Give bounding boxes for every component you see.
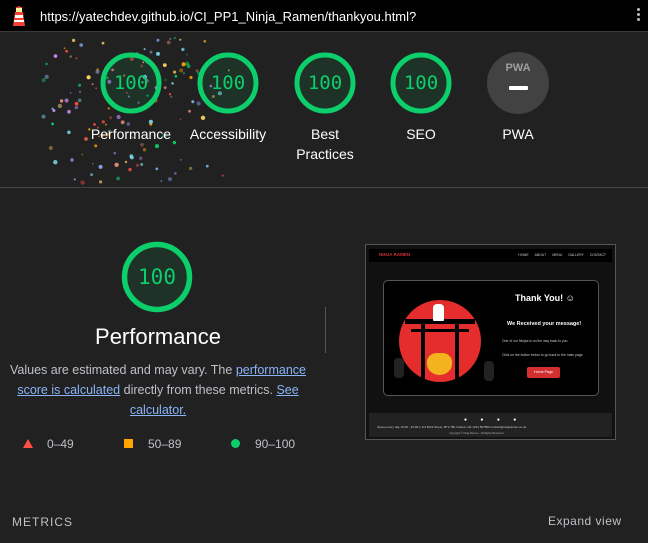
gauge-label-line2: Practices [296,146,354,162]
site-brand: NINJA RAMEN [379,252,411,257]
gauge-accessibility[interactable]: 100 Accessibility [173,52,283,144]
ninja-image [394,358,404,378]
nav-link: ABOUT [534,253,547,257]
legend-fail: 0–49 [23,437,74,451]
torii-post [421,324,425,382]
performance-title: Performance [95,324,221,349]
legend-pass: 90–100 [231,437,295,451]
score-value: 100 [307,72,343,94]
description-text: directly from these metrics. [120,383,277,397]
nav-link: MENU [552,253,563,257]
legend-range: 90–100 [255,437,296,451]
received-message: We Received your message! [507,321,582,327]
performance-description: Values are estimated and may vary. The p… [10,360,306,420]
pass-circle-icon [231,439,240,448]
score-ring: 100 [197,52,259,114]
social-icons: ● ● ● ● [464,417,523,423]
pwa-dash-icon [509,86,528,90]
legend-range: 0–49 [47,437,74,451]
score-ring: 100 [294,52,356,114]
score-value: 100 [113,72,149,94]
gauge-label: SEO [406,126,436,142]
category-gauges: 100 Performance 100 Accessibility 100 Be… [0,32,648,188]
home-page-button: Home Page [527,367,560,378]
ninja-image [433,304,444,321]
site-footer: ● ● ● ● Opens every day 10:00 - 22:00 1-… [369,413,612,437]
score-ring: 100 [100,52,162,114]
footer-info: Opens every day 10:00 - 22:00 1-1/4 Bric… [377,425,527,429]
fail-triangle-icon [23,439,33,448]
lighthouse-icon [13,6,25,26]
ramen-bowl-image [427,353,452,375]
pwa-badge: PWA [487,52,549,114]
site-navbar: NINJA RAMEN HOME ABOUT MENU GALLERY CONTACT [369,249,612,262]
url-bar: https://yatechdev.github.io/CI_PP1_Ninja… [0,0,648,32]
description-text: Values are estimated and may vary. The [10,363,236,377]
gauge-seo[interactable]: 100 SEO [366,52,476,144]
divider [325,307,326,353]
gauge-label: PWA [502,126,534,142]
ninja-image [484,361,494,381]
nav-link: GALLERY [568,253,584,257]
gauge-label: Accessibility [189,126,267,142]
performance-score: 100 [138,265,176,289]
score-ring: 100 [390,52,452,114]
performance-gauge: 100 [121,241,193,313]
legend-average: 50–89 [124,437,181,451]
pwa-icon: PWA [505,62,531,74]
average-square-icon [124,439,133,448]
final-screenshot[interactable]: NINJA RAMEN HOME ABOUT MENU GALLERY CONTACT … [365,244,616,440]
gauge-label: Performance [90,126,172,142]
page-url[interactable]: https://yatechdev.github.io/CI_PP1_Ninja… [40,9,416,24]
thankyou-card: Thank You! ☺ We Received your message! O… [383,280,599,396]
gauge-label: Best Practices [270,124,380,164]
gauge-label-line1: Best [310,126,339,142]
score-value: 100 [403,72,439,94]
kebab-menu-icon[interactable] [636,8,642,24]
site-nav-links: HOME ABOUT MENU GALLERY CONTACT [512,253,606,257]
footer-copyright: Copyright © Ninja Ramen - All Rights Res… [449,432,504,435]
nav-link: CONTACT [589,253,606,257]
nav-link: HOME [518,253,529,257]
thankyou-heading: Thank You! ☺ [515,293,575,303]
torii-post [455,324,459,382]
metrics-heading: METRICS [12,515,73,529]
expand-view-button[interactable]: Expand view [548,514,622,528]
info-line: One of our Ninjas is on the way back to … [502,339,569,343]
legend-range: 50–89 [148,437,182,451]
torii-beam [411,329,469,332]
gauge-performance[interactable]: 100 Performance [76,52,186,144]
info-line: Click on the button below to go back to … [502,353,583,357]
score-value: 100 [210,72,246,94]
gauge-best-practices[interactable]: 100 Best Practices [270,52,380,164]
gauge-pwa[interactable]: PWA PWA [463,52,573,144]
